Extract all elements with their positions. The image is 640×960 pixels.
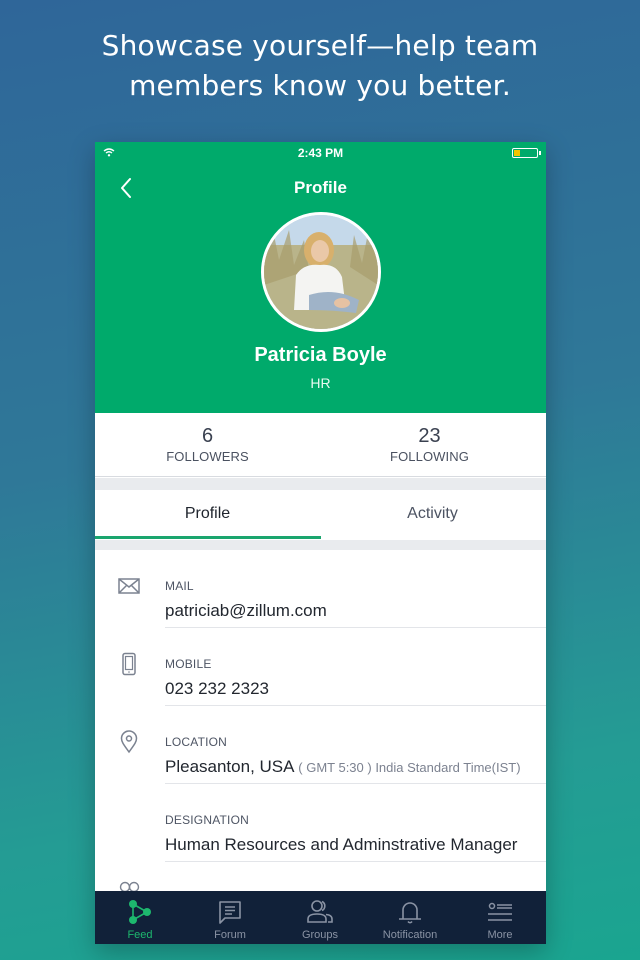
avatar-photo bbox=[264, 215, 378, 329]
detail-label: DESIGNATION bbox=[165, 813, 249, 827]
notification-bell-icon bbox=[399, 902, 421, 924]
tabbar-more[interactable]: More bbox=[455, 891, 545, 944]
tabbar-label: Feed bbox=[127, 929, 153, 941]
detail-row-mobile[interactable]: MOBILE 023 232 2323 bbox=[95, 628, 546, 706]
avatar[interactable] bbox=[261, 212, 381, 332]
battery-icon bbox=[512, 148, 538, 158]
followers-label: FOLLOWERS bbox=[166, 449, 249, 464]
section-divider bbox=[95, 540, 546, 550]
tabbar-label: Notification bbox=[382, 929, 438, 941]
profile-header: 2:43 PM Profile Patricia Boyle HR bbox=[95, 142, 546, 413]
follow-stats: 6 FOLLOWERS 23 FOLLOWING bbox=[95, 413, 546, 477]
more-menu-icon bbox=[488, 902, 512, 921]
detail-label: MOBILE bbox=[165, 657, 212, 671]
detail-row-mail[interactable]: MAIL patriciab@zillum.com bbox=[95, 550, 546, 628]
headline-line-2: members know you better. bbox=[129, 69, 511, 102]
battery-tip bbox=[539, 151, 541, 155]
page-title: Profile bbox=[294, 178, 347, 197]
marketing-headline: Showcase yourself—help team members know… bbox=[0, 26, 640, 106]
bottom-tab-bar: Feed Forum Groups Notification More bbox=[95, 891, 546, 944]
detail-value: Pleasanton, USA ( GMT 5:30 ) India Stand… bbox=[165, 757, 521, 777]
tabbar-groups[interactable]: Groups bbox=[275, 891, 365, 944]
location-timezone: ( GMT 5:30 ) India Standard Time(IST) bbox=[298, 760, 521, 775]
tabbar-feed[interactable]: Feed bbox=[95, 891, 185, 944]
tabbar-forum[interactable]: Forum bbox=[185, 891, 275, 944]
detail-label: LOCATION bbox=[165, 735, 228, 749]
detail-value: Human Resources and Adminstrative Manage… bbox=[165, 835, 518, 854]
status-bar: 2:43 PM bbox=[95, 142, 546, 164]
tabbar-label: Groups bbox=[301, 929, 339, 941]
detail-row-designation[interactable]: DESIGNATION Human Resources and Adminstr… bbox=[95, 784, 546, 862]
section-divider bbox=[95, 478, 546, 490]
detail-label: MAIL bbox=[165, 579, 194, 593]
profile-details: MAIL patriciab@zillum.com MOBILE 023 232… bbox=[95, 550, 546, 892]
profile-tabs: Profile Activity bbox=[95, 490, 546, 540]
mail-icon bbox=[118, 578, 140, 594]
phone-screen: 2:43 PM Profile Patricia Boyle HR 6 FOLL… bbox=[95, 142, 546, 944]
followers-stat[interactable]: 6 FOLLOWERS bbox=[95, 425, 320, 464]
location-pin-icon bbox=[120, 730, 138, 754]
detail-value: patriciab@zillum.com bbox=[165, 601, 327, 620]
mobile-phone-icon bbox=[122, 652, 136, 676]
tabbar-notification[interactable]: Notification bbox=[365, 891, 455, 944]
following-label: FOLLOWING bbox=[390, 449, 469, 464]
status-time: 2:43 PM bbox=[297, 146, 344, 160]
user-name: Patricia Boyle bbox=[254, 344, 387, 366]
battery-level bbox=[514, 150, 520, 156]
tab-profile[interactable]: Profile bbox=[95, 490, 320, 540]
following-count: 23 bbox=[418, 425, 441, 447]
tab-activity[interactable]: Activity bbox=[320, 490, 545, 540]
feed-icon bbox=[129, 900, 151, 924]
row-divider bbox=[165, 861, 546, 862]
headline-line-1: Showcase yourself—help team bbox=[101, 29, 539, 62]
detail-row-location[interactable]: LOCATION Pleasanton, USA ( GMT 5:30 ) In… bbox=[95, 706, 546, 784]
followers-count: 6 bbox=[201, 425, 214, 447]
groups-icon bbox=[307, 900, 333, 923]
tabbar-label: More bbox=[487, 929, 513, 941]
active-tab-indicator bbox=[95, 536, 321, 539]
tabbar-label: Forum bbox=[214, 929, 246, 941]
user-department: HR bbox=[310, 375, 331, 391]
following-stat[interactable]: 23 FOLLOWING bbox=[317, 425, 542, 464]
detail-value: 023 232 2323 bbox=[165, 679, 269, 698]
forum-icon bbox=[219, 901, 241, 924]
location-city: Pleasanton, USA bbox=[165, 757, 294, 776]
